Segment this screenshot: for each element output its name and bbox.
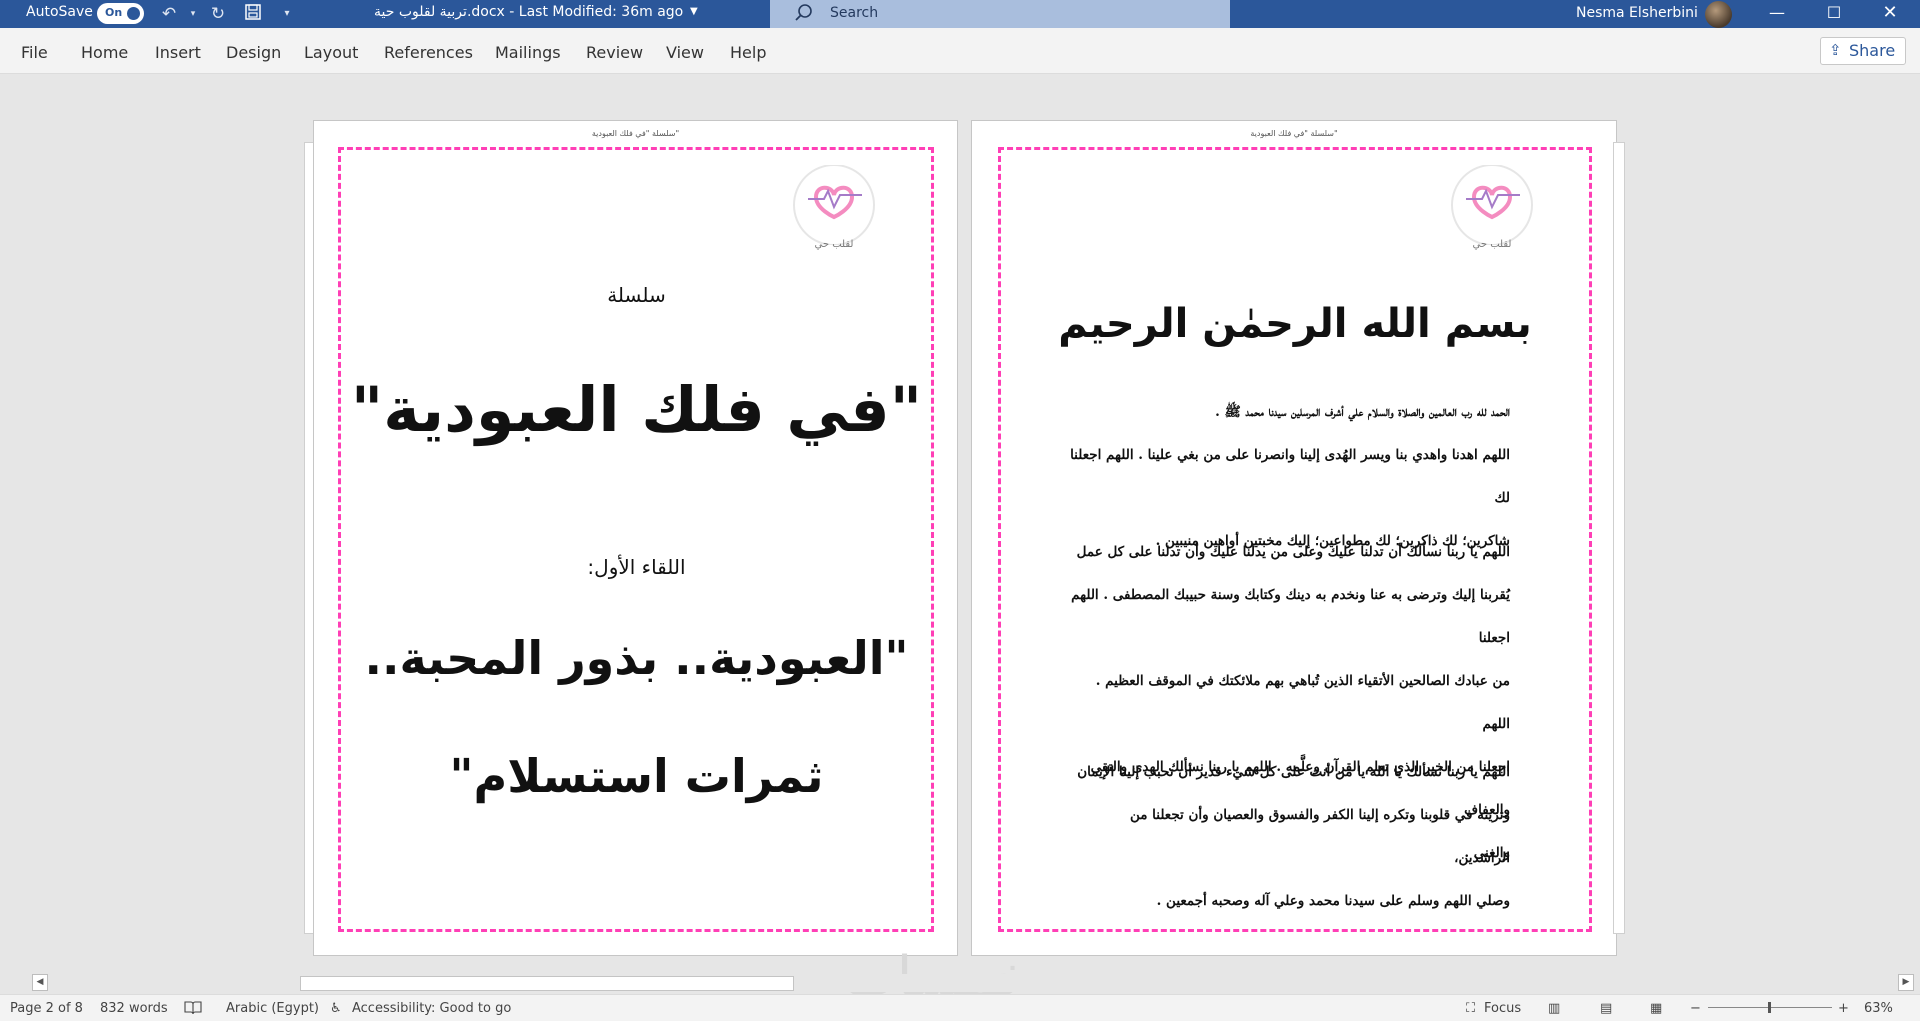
redo-icon[interactable]: ↻ [207,3,229,25]
document-title[interactable]: تربية لقلوب حية.docx - Last Modified: 36… [374,4,683,20]
paragraph-line: اللهم اهدنا واهدي بنا ويسر الهُدى إلينا … [1070,447,1510,506]
logo-text: لقلب حي [814,239,854,250]
tab-review[interactable]: Review [586,43,643,62]
share-label: Share [1849,41,1896,60]
scrollbar-thumb[interactable] [300,976,794,991]
series-label: سلسلة [607,283,666,307]
lesson-title-line1: "العبودية.. بذور المحبة.. [364,631,909,685]
focus-button[interactable]: Focus [1484,1001,1521,1016]
horizontal-scrollbar[interactable] [50,974,1898,992]
status-bar: Page 2 of 8 832 words Arabic (Egypt) ♿ A… [0,994,1920,1021]
language-indicator[interactable]: Arabic (Egypt) [226,1001,319,1016]
tab-layout[interactable]: Layout [304,43,358,62]
accessibility-status[interactable]: Accessibility: Good to go [352,1001,511,1016]
page-header: سلسلة "في فلك العبودية" [1250,129,1338,138]
ribbon-tabs: File Home Insert Design Layout Reference… [0,28,1920,74]
toggle-knob [127,7,140,20]
heart-logo-icon [1451,165,1533,245]
share-button[interactable]: ⇪ Share [1820,37,1906,65]
paragraph-line: من عبادك الصالحين الأتقياء الذين تُباهي … [1095,673,1510,732]
focus-icon: ⛶ [1466,1001,1476,1016]
zoom-in-icon[interactable]: + [1838,1001,1849,1016]
tab-insert[interactable]: Insert [155,43,201,62]
tab-references[interactable]: References [384,43,473,62]
document-page-right[interactable]: سلسلة "في فلك العبودية" لقلب حي بسم الله… [971,120,1617,956]
title-dropdown-icon[interactable]: ▼ [690,6,698,17]
undo-dropdown-icon[interactable]: ▾ [182,3,204,25]
zoom-slider-knob[interactable] [1768,1002,1771,1013]
page-edge-right [1613,142,1625,934]
page-border-frame [338,147,934,932]
tab-mailings[interactable]: Mailings [495,43,561,62]
proofing-icon[interactable] [184,1001,202,1019]
paragraph-line: يُقربنا إليك وترضى به عنا ونخدم به دينك … [1071,587,1510,646]
close-icon[interactable]: ✕ [1867,0,1913,28]
document-page-left[interactable]: سلسلة "في فلك العبودية" لقلب حي سلسلة "ف… [313,120,958,956]
logo-text: لقلب حي [1472,239,1512,250]
paragraph-line: وتزينه في قلوبنا وتكره إلينا الكفر والفس… [1129,807,1510,866]
paragraph-line: وصلي اللهم وسلم على سيدنا محمد وعلي آله … [1156,893,1510,909]
autosave-toggle[interactable]: On [97,3,144,24]
web-layout-icon[interactable]: ▦ [1650,1001,1662,1016]
autosave-state: On [105,6,123,19]
page-header: سلسلة "في فلك العبودية" [591,129,680,138]
maximize-icon[interactable]: ☐ [1811,0,1857,28]
customize-qat-icon[interactable]: ▾ [276,3,298,25]
autosave-label: AutoSave [26,4,93,20]
tab-design[interactable]: Design [226,43,281,62]
save-format-icon[interactable] [242,3,264,25]
avatar[interactable] [1705,1,1732,28]
zoom-level[interactable]: 63% [1864,1001,1893,1016]
scroll-left-icon[interactable]: ◀ [32,974,48,991]
minimize-icon[interactable]: — [1754,0,1800,28]
lesson-title-line2: ثمرات استسلام" [449,749,824,803]
tab-file[interactable]: File [21,43,48,62]
search-placeholder: Search [830,5,879,21]
title-bar: AutoSave On ↶ ▾ ↻ ▾ تربية لقلوب حية.docx… [0,0,1920,28]
basmala: بسم الله الرحمٰن الرحيم [1058,301,1532,347]
prayer-paragraph-3: اللهم يا ربنا نسألك يا الله يا من أنت عل… [1070,751,1510,923]
tab-view[interactable]: View [666,43,704,62]
page-count[interactable]: Page 2 of 8 [10,1001,83,1016]
tab-home[interactable]: Home [81,43,128,62]
paragraph-line: اللهم يا ربنا نسألك يا الله يا من أنت عل… [1077,764,1510,780]
zoom-out-icon[interactable]: − [1690,1001,1701,1016]
meeting-label: اللقاء الأول: [587,555,686,579]
print-layout-icon[interactable]: ▤ [1600,1001,1612,1016]
search-input[interactable]: Search [770,0,1230,28]
undo-icon[interactable]: ↶ [158,3,180,25]
user-name[interactable]: Nesma Elsherbini [1576,5,1698,21]
word-count[interactable]: 832 words [100,1001,168,1016]
share-icon: ⇪ [1829,41,1842,59]
tab-help[interactable]: Help [730,43,766,62]
heart-logo-icon [793,165,875,245]
read-mode-icon[interactable]: ▥ [1548,1001,1560,1016]
scroll-right-icon[interactable]: ▶ [1898,974,1914,991]
accessibility-icon: ♿ [330,1001,342,1016]
series-title: "في فلك العبودية" [350,373,923,446]
paragraph-line: الحمد لله رب العالمين والصلاة والسلام عل… [1215,404,1510,420]
search-icon [795,4,812,21]
paragraph-line: اللهم يا ربنا نسألك أن تدلنا عليك وعلى م… [1076,544,1510,560]
